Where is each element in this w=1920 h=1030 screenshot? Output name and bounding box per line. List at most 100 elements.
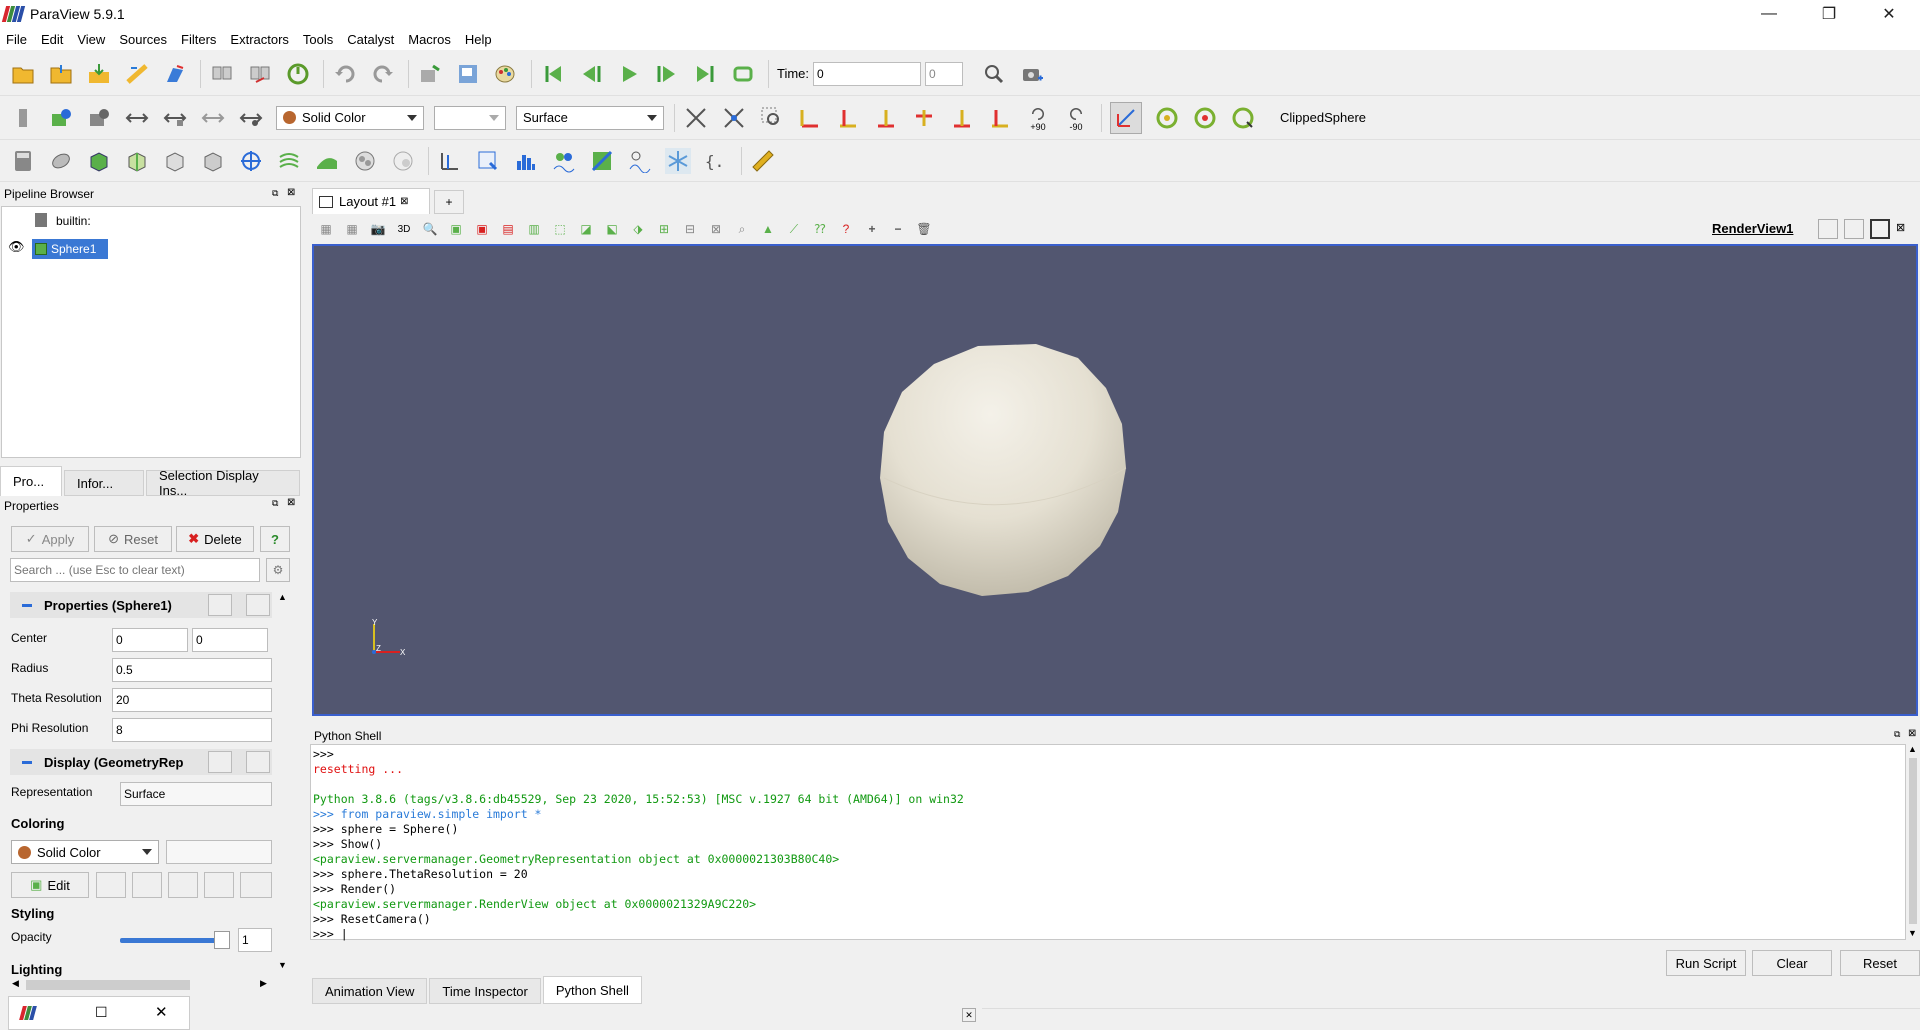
select-block-icon[interactable]: ◪: [576, 219, 596, 239]
loop-icon[interactable]: [730, 61, 756, 87]
rescale-custom-range-icon[interactable]: [162, 105, 188, 131]
toggle-3d-button[interactable]: 3D: [394, 219, 414, 239]
slice-icon[interactable]: [124, 148, 150, 174]
screenshot-icon[interactable]: [1019, 61, 1045, 87]
extract-level-icon[interactable]: [390, 148, 416, 174]
theta-resolution-field[interactable]: 20: [112, 688, 272, 712]
time-input[interactable]: 0: [813, 61, 922, 86]
histogram-icon[interactable]: [513, 148, 539, 174]
menu-filters[interactable]: Filters: [181, 32, 216, 47]
camera-icon[interactable]: 📷: [368, 219, 388, 239]
set-view-neg-z-icon[interactable]: [987, 105, 1013, 131]
hover-query-icon[interactable]: ⁇: [810, 219, 830, 239]
floating-maximize-icon[interactable]: ☐: [95, 1004, 108, 1021]
zoom-closest-icon[interactable]: [981, 61, 1007, 87]
center-y-field[interactable]: 0: [192, 628, 268, 652]
render-view-viewport[interactable]: Y Z X: [312, 244, 1918, 716]
load-state-icon[interactable]: [48, 61, 74, 87]
rescale-temporal-icon[interactable]: [200, 105, 226, 131]
set-view-pos-x-icon[interactable]: [797, 105, 823, 131]
reset-camera-closest-icon[interactable]: [721, 105, 747, 131]
disconnect-icon[interactable]: [247, 61, 273, 87]
first-frame-icon[interactable]: [540, 61, 566, 87]
menu-tools[interactable]: Tools: [303, 32, 333, 47]
previous-frame-icon[interactable]: [578, 61, 604, 87]
help-button[interactable]: ?: [260, 526, 290, 552]
center-x-field[interactable]: 0: [112, 628, 188, 652]
extract-selection-icon[interactable]: ⌕: [732, 219, 752, 239]
representation-select[interactable]: Surface: [120, 782, 272, 806]
hscroll-thumb[interactable]: [26, 980, 190, 990]
menu-catalyst[interactable]: Catalyst: [347, 32, 394, 47]
last-frame-icon[interactable]: [692, 61, 718, 87]
stream-tracer-icon[interactable]: [276, 148, 302, 174]
glyph-icon[interactable]: [238, 148, 264, 174]
menu-view[interactable]: View: [77, 32, 105, 47]
extract-subset-icon[interactable]: [200, 148, 226, 174]
coloring-combo[interactable]: Solid Color: [276, 105, 424, 130]
eye-visibility-icon[interactable]: 👁: [8, 239, 25, 255]
scroll-right-icon[interactable]: ▶: [260, 978, 267, 989]
rescale-custom-icon[interactable]: [168, 872, 198, 898]
descriptive-stats-icon[interactable]: [551, 148, 577, 174]
edit-color-map-gray-icon[interactable]: [86, 105, 112, 131]
properties-scrollbar[interactable]: ▲ ▼: [276, 592, 290, 972]
scroll-thumb[interactable]: [1909, 758, 1917, 924]
play-icon[interactable]: [616, 61, 642, 87]
python-calculator-icon[interactable]: {...}: [703, 148, 729, 174]
group-datasets-icon[interactable]: [352, 148, 378, 174]
select-points-on-icon[interactable]: ▣: [472, 219, 492, 239]
tab-animation-view[interactable]: Animation View: [312, 978, 428, 1004]
color-legend-icon[interactable]: [240, 872, 272, 898]
connect-icon[interactable]: [209, 61, 235, 87]
pipeline-item-sphere1[interactable]: Sphere1: [32, 239, 108, 259]
scroll-down-icon[interactable]: ▼: [278, 960, 287, 970]
find-data-icon[interactable]: [665, 147, 691, 174]
choose-preset-icon[interactable]: [96, 872, 126, 898]
split-vertical-icon[interactable]: [1844, 219, 1864, 239]
set-view-neg-x-icon[interactable]: [835, 105, 861, 131]
reset-shell-button[interactable]: Reset: [1840, 950, 1920, 976]
grow-selection-icon[interactable]: ⊞: [654, 219, 674, 239]
coloring-select[interactable]: Solid Color: [11, 840, 159, 864]
rescale-range-icon[interactable]: [132, 872, 162, 898]
clear-button[interactable]: Clear: [1752, 950, 1832, 976]
menu-help[interactable]: Help: [465, 32, 492, 47]
save-extracts-icon[interactable]: [162, 61, 188, 87]
calculator-icon[interactable]: [10, 148, 36, 174]
clear-selection-icon[interactable]: ⊠: [706, 219, 726, 239]
rescale-temporal-icon[interactable]: [204, 872, 234, 898]
render-view-name[interactable]: RenderView1: [1712, 221, 1793, 236]
paste-icon[interactable]: [246, 594, 270, 616]
copy-icon[interactable]: [208, 751, 232, 773]
plot-data-icon[interactable]: [589, 148, 615, 174]
add-camera-icon[interactable]: +: [862, 219, 882, 239]
maximize-button[interactable]: ❐: [1806, 0, 1852, 28]
remove-camera-icon[interactable]: −: [888, 219, 908, 239]
trash-icon[interactable]: 🗑: [914, 219, 934, 239]
interactive-select-icon[interactable]: ⬕: [602, 219, 622, 239]
copy-icon[interactable]: [208, 594, 232, 616]
edit-color-button[interactable]: ▣ Edit: [11, 872, 89, 898]
rotation-center-icon[interactable]: [1230, 105, 1256, 131]
float-icon[interactable]: ⧉: [272, 498, 278, 509]
tab-properties[interactable]: Pro...: [0, 466, 62, 496]
edit-color-map-icon[interactable]: [48, 105, 74, 131]
opacity-slider-handle[interactable]: [214, 931, 230, 949]
menu-sources[interactable]: Sources: [119, 32, 167, 47]
select-points-through-icon[interactable]: ▥: [524, 219, 544, 239]
opacity-slider-track[interactable]: [120, 938, 220, 943]
scroll-down-icon[interactable]: ▼: [1908, 928, 1917, 938]
select-cells-on-icon[interactable]: ▣: [446, 219, 466, 239]
properties-hscrollbar[interactable]: ◀ ▶: [10, 978, 272, 992]
apply-button[interactable]: ✓ Apply: [11, 526, 89, 552]
split-horizontal-icon[interactable]: [1818, 219, 1838, 239]
close-icon[interactable]: ⊠: [1908, 728, 1916, 739]
close-button[interactable]: ✕: [1866, 0, 1912, 28]
delete-button[interactable]: ✖ Delete: [176, 526, 254, 552]
clip-icon[interactable]: [86, 148, 112, 174]
rotate-plus-90-icon[interactable]: +90: [1025, 105, 1051, 131]
next-frame-icon[interactable]: [654, 61, 680, 87]
set-view-neg-y-icon[interactable]: [911, 105, 937, 131]
tab-time-inspector[interactable]: Time Inspector: [429, 978, 541, 1004]
